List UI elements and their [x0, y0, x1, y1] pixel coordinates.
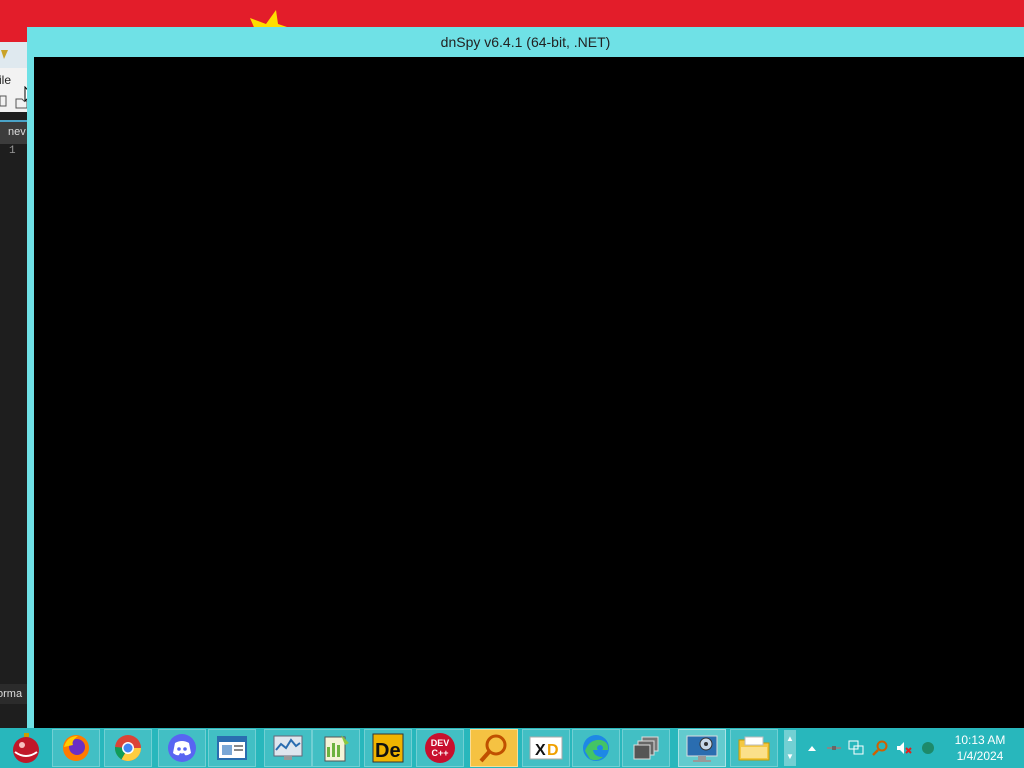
dnspy-window[interactable]: dnSpy v6.4.1 (64-bit, .NET)	[27, 27, 1024, 728]
remote-desktop-icon	[686, 735, 718, 762]
taskbar-discord[interactable]	[158, 729, 206, 767]
svg-text:X: X	[535, 742, 546, 759]
window-title[interactable]: dnSpy v6.4.1 (64-bit, .NET)	[27, 27, 1024, 57]
file-explorer-icon	[738, 736, 770, 761]
taskbar-task-view[interactable]	[622, 729, 670, 767]
status-globe-icon[interactable]	[920, 740, 936, 756]
start-button[interactable]	[2, 729, 50, 767]
show-hidden-icons-arrow[interactable]	[804, 740, 820, 756]
taskbar-notepad-plus-plus[interactable]	[312, 729, 360, 767]
new-open-file-icons[interactable]	[0, 92, 28, 112]
notepad-plus-plus-icon	[324, 735, 349, 762]
taskbar-edge[interactable]	[572, 729, 620, 767]
clock-time: 10:13 AM	[954, 733, 1006, 747]
taskbar-clock[interactable]: 10:13 AM 1/4/2024	[940, 732, 1020, 764]
taskbar: De DEV C++ X D ▲ ▼ 10:13 AM 1/4/2024	[0, 728, 1024, 768]
status-fragment: orma	[0, 688, 23, 700]
background-toolbar	[0, 92, 28, 112]
taskbar-scroll-arrows[interactable]: ▲ ▼	[784, 730, 796, 766]
taskbar-performance-monitor[interactable]	[264, 729, 312, 767]
editor-tab-label[interactable]: nev	[8, 122, 26, 142]
search-tray-icon[interactable]	[872, 740, 888, 756]
svg-text:D: D	[547, 742, 559, 759]
editor-tab[interactable]: nev	[0, 120, 27, 144]
svg-text:C++: C++	[431, 748, 448, 758]
background-editor-window[interactable]: ile nev 1 orma	[0, 42, 28, 728]
network-icon[interactable]	[848, 740, 864, 756]
background-menubar[interactable]: ile	[0, 68, 27, 92]
line-number: 1	[9, 145, 16, 157]
task-view-icon	[633, 736, 659, 760]
clock-date: 1/4/2024	[956, 749, 1004, 763]
svg-text:De: De	[375, 740, 401, 762]
performance-monitor-icon	[273, 735, 303, 760]
taskbar-firefox[interactable]	[52, 729, 100, 767]
editor-statusbar: orma	[0, 684, 27, 704]
taskbar-chrome[interactable]	[104, 729, 152, 767]
xd-app-icon: X D	[529, 736, 563, 760]
de4dot-icon: De	[372, 733, 404, 763]
taskbar-dev-cpp[interactable]: DEV C++	[416, 729, 464, 767]
dev-cpp-icon: DEV C++	[425, 733, 455, 763]
menu-file-fragment[interactable]: ile	[0, 68, 11, 92]
ornament-start-icon	[13, 733, 39, 763]
taskbar-xd-app[interactable]: X D	[522, 729, 570, 767]
chrome-icon	[114, 735, 142, 762]
volume-muted-icon[interactable]	[896, 740, 912, 756]
discord-icon	[168, 734, 196, 762]
network-cable-icon[interactable]	[826, 740, 842, 756]
taskbar-remote-desktop[interactable]	[678, 729, 726, 767]
background-window-titlebar[interactable]	[0, 42, 27, 68]
search-magnifier-icon	[479, 734, 507, 763]
app-logo-icon	[1, 50, 8, 59]
edge-icon	[583, 735, 609, 761]
taskbar-de4dot[interactable]: De	[364, 729, 412, 767]
taskbar-search-app[interactable]	[470, 729, 518, 767]
taskbar-window-app[interactable]	[208, 729, 256, 767]
window-content-area[interactable]	[34, 57, 1024, 728]
svg-text:DEV: DEV	[431, 738, 450, 748]
taskbar-file-explorer[interactable]	[730, 729, 778, 767]
window-app-icon	[217, 736, 247, 760]
firefox-icon	[63, 735, 89, 761]
